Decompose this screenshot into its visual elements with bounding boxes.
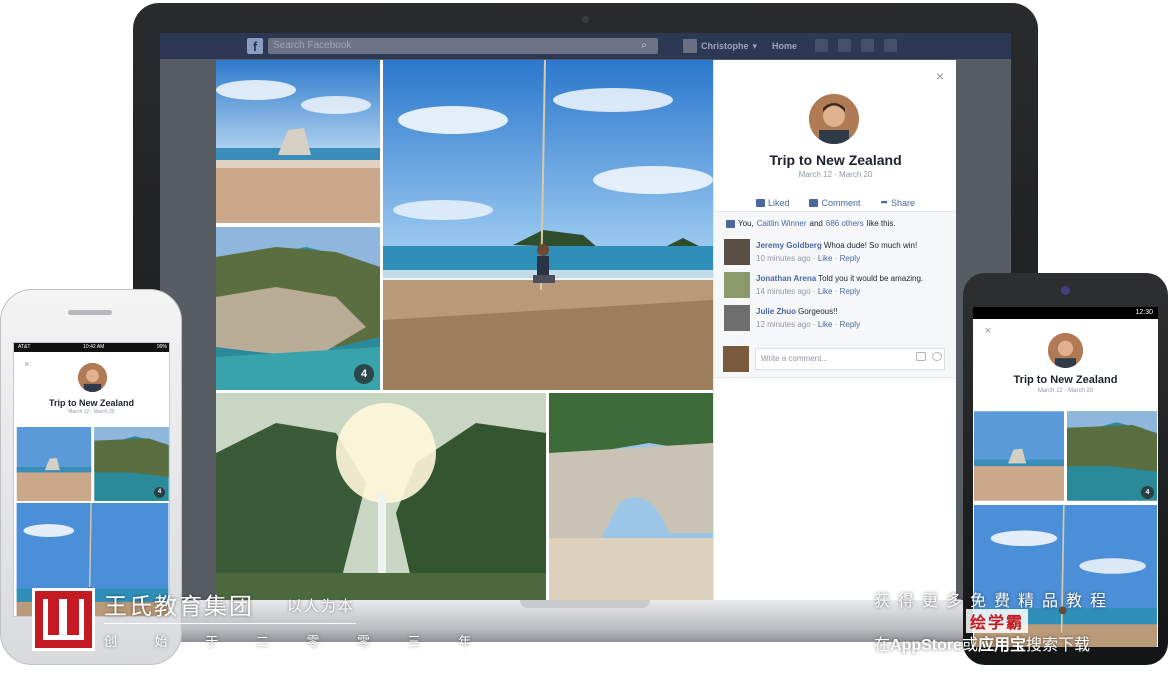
org-slogan: 以人为本 <box>287 598 356 615</box>
photo-coastal-cliff[interactable]: 4 <box>216 227 380 390</box>
album-title: Trip to New Zealand <box>1013 374 1118 386</box>
clock: 10:42 AM <box>83 344 105 350</box>
comment-like-link[interactable]: Like <box>818 287 833 296</box>
notifications-icon[interactable] <box>861 39 874 52</box>
wangshi-logo-icon <box>32 588 95 651</box>
notification-icons <box>815 39 897 52</box>
promo-text: 获得更多免费精品教程 <box>874 593 1115 610</box>
album-date: March 12 - March 20 <box>1037 388 1094 394</box>
promo-brand: 绘学霸 <box>966 609 1029 633</box>
emoji-icon[interactable] <box>932 352 942 361</box>
avatar[interactable] <box>1048 333 1083 368</box>
avatar[interactable] <box>724 305 750 331</box>
avatar[interactable] <box>809 94 859 144</box>
comment-item: Julie Zhuo Gorgeous!! 12 minutes ago · Li… <box>724 305 949 333</box>
camera-icon <box>1061 286 1070 295</box>
liker-link[interactable]: Caitlin Winner <box>757 219 807 228</box>
photo-gallery: 4 <box>216 60 713 600</box>
comment-text: Whoa dude! So much win! <box>823 241 918 250</box>
album-sidebar: × Trip to New Zealand March 12 - March 2… <box>713 60 956 600</box>
org-founded: 创 始 于 二 零 零 三 年 <box>104 634 489 649</box>
chevron-down-icon: ▾ <box>752 40 758 51</box>
photo-waterfall[interactable] <box>216 393 546 600</box>
facebook-logo-icon[interactable]: f <box>247 38 263 54</box>
photo-coastal-cliff[interactable]: 4 <box>1067 410 1157 502</box>
comment-like-link[interactable]: Like <box>818 320 833 329</box>
comment-reply-link[interactable]: Reply <box>840 287 860 296</box>
photo-count-badge[interactable]: 4 <box>1141 486 1154 499</box>
comment-time: 14 minutes ago <box>756 287 811 296</box>
close-icon[interactable]: × <box>24 359 29 369</box>
search-input[interactable]: Search Facebook <box>268 38 658 54</box>
thumbs-up-icon <box>726 219 735 228</box>
laptop-screen: f Search Facebook ⌕ Christophe ▾ Home 4 … <box>160 33 1011 600</box>
org-name: 王氏教育集团 <box>104 593 254 619</box>
comment-reply-link[interactable]: Reply <box>840 320 860 329</box>
avatar <box>723 346 749 372</box>
camera-icon <box>582 16 589 23</box>
speaker-grille <box>68 310 112 315</box>
comment-like-link[interactable]: Like <box>818 254 833 263</box>
photo-beach-rock[interactable] <box>16 427 92 501</box>
clock: 12:30 <box>1135 309 1153 316</box>
avatar[interactable] <box>724 239 750 265</box>
photo-beach-rock[interactable] <box>974 410 1064 502</box>
user-name: Christophe <box>701 41 749 51</box>
album-date: March 12 - March 20 <box>798 170 873 179</box>
divider <box>104 623 356 624</box>
avatar <box>683 39 697 53</box>
comment-text: Gorgeous!! <box>798 307 838 316</box>
status-bar: 12:30 <box>973 307 1158 319</box>
comment-time: 12 minutes ago <box>756 320 811 329</box>
album-title: Trip to New Zealand <box>48 398 134 408</box>
album-modal: 4 × Trip to New Zealand March 12 - March… <box>216 60 956 600</box>
comment-composer <box>724 190 949 216</box>
photo-beach-rock[interactable] <box>216 60 380 223</box>
avatar[interactable] <box>724 272 750 298</box>
privacy-icon[interactable] <box>884 39 897 52</box>
comment-item: Jeremy Goldberg Whoa dude! So much win! 1… <box>724 239 949 267</box>
battery: 99% <box>156 344 167 350</box>
comment-text: Told you it would be amazing. <box>818 274 924 283</box>
likes-summary: You, Caitlin Winner and 686 others like … <box>726 219 896 228</box>
laptop-notch <box>520 600 650 608</box>
comment-time: 10 minutes ago <box>756 254 811 263</box>
comment-item: Jonathan Arena Told you it would be amazi… <box>724 272 949 300</box>
iphone-screen: AT&T 10:42 AM 99% × Trip to New Zealand … <box>13 342 170 617</box>
others-link[interactable]: 686 others <box>826 219 864 228</box>
home-link[interactable]: Home <box>772 38 797 54</box>
photo-rope-swing[interactable] <box>383 60 713 390</box>
comment-reply-link[interactable]: Reply <box>840 254 860 263</box>
close-icon[interactable]: × <box>936 68 944 84</box>
camera-icon[interactable] <box>916 352 926 361</box>
promo-download: 在AppStore或应用宝搜索下载 <box>874 637 1091 654</box>
commenter-name[interactable]: Julie Zhuo <box>756 307 796 316</box>
carrier: AT&T <box>18 344 31 350</box>
watermark-left: 王氏教育集团 以人为本 创 始 于 二 零 零 三 年 <box>32 585 471 657</box>
close-icon[interactable]: × <box>985 325 991 337</box>
friends-icon[interactable] <box>815 39 828 52</box>
user-profile-link[interactable]: Christophe ▾ <box>683 38 757 54</box>
album-title: Trip to New Zealand <box>769 152 902 168</box>
photo-rock-arch[interactable] <box>549 393 713 600</box>
comment-composer: Write a comment... <box>723 346 948 372</box>
photo-count-badge[interactable]: 4 <box>154 487 165 498</box>
messages-icon[interactable] <box>838 39 851 52</box>
avatar[interactable] <box>78 363 107 392</box>
facebook-top-bar: f Search Facebook ⌕ Christophe ▾ Home <box>160 33 1011 59</box>
album-date: March 12 - March 20 <box>68 409 115 415</box>
search-icon[interactable]: ⌕ <box>630 38 658 54</box>
status-bar: AT&T 10:42 AM 99% <box>14 343 169 352</box>
commenter-name[interactable]: Jonathan Arena <box>756 274 816 283</box>
watermark-right: 获得更多免费精品教程 绘学霸 在AppStore或应用宝搜索下载 <box>870 583 1170 655</box>
commenter-name[interactable]: Jeremy Goldberg <box>756 241 822 250</box>
photo-coastal-cliff[interactable]: 4 <box>94 427 169 501</box>
photo-count-badge[interactable]: 4 <box>354 364 374 384</box>
